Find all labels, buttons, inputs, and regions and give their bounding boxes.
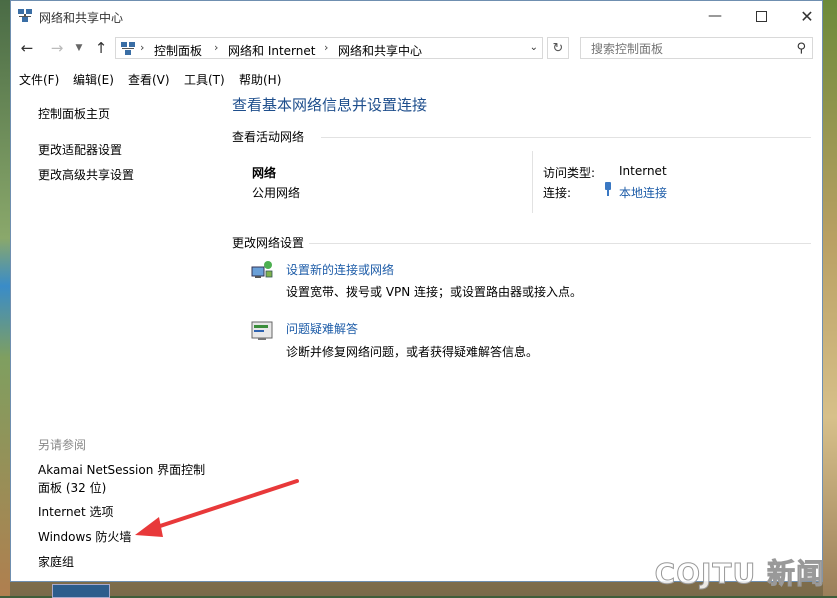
control-panel-network-icon (121, 42, 135, 55)
navigation-bar: ← → ▼ ↑ › 控制面板 › 网络和 Internet › 网络和共享中心 … (11, 33, 822, 63)
minimize-icon: — (708, 8, 722, 24)
desktop-background-right (823, 0, 837, 596)
recent-locations-button[interactable]: ▼ (69, 38, 89, 58)
access-type-label: 访问类型: (543, 166, 596, 180)
local-connection-link[interactable]: 本地连接 (619, 184, 667, 201)
search-input[interactable] (589, 41, 793, 57)
access-type-value: Internet (619, 164, 667, 178)
minimize-button[interactable]: — (692, 1, 738, 31)
ethernet-icon (603, 182, 613, 199)
refresh-icon: ↻ (552, 40, 564, 56)
network-name: 网络 (252, 166, 277, 180)
up-arrow-icon: ↑ (94, 39, 108, 57)
back-button[interactable]: ← (17, 38, 37, 58)
troubleshoot-icon (251, 321, 273, 340)
breadcrumb-network-sharing-center[interactable]: 网络和共享中心 (338, 42, 422, 59)
chevron-down-icon[interactable]: ⌄ (530, 42, 538, 53)
network-type[interactable]: 公用网络 (252, 184, 300, 201)
back-arrow-icon: ← (20, 39, 34, 57)
close-button[interactable]: ✕ (784, 1, 830, 31)
breadcrumb-network-internet[interactable]: 网络和 Internet (228, 42, 315, 59)
network-setup-icon (251, 261, 273, 278)
menu-help[interactable]: 帮助(H) (239, 71, 281, 88)
troubleshoot-desc: 诊断并修复网络问题，或者获得疑难解答信息。 (286, 345, 539, 359)
see-also-heading: 另请参阅 (38, 438, 87, 452)
maximize-button[interactable] (738, 1, 784, 31)
page-title: 查看基本网络信息并设置连接 (232, 96, 428, 114)
sidebar-control-panel-home[interactable]: 控制面板主页 (38, 105, 110, 122)
see-also-akamai-line2[interactable]: 面板 (32 位) (38, 479, 106, 496)
desktop-background-left (0, 0, 10, 596)
active-networks-title: 查看活动网络 (232, 130, 305, 144)
network-icon (18, 9, 32, 22)
see-also-internet-options[interactable]: Internet 选项 (38, 503, 113, 520)
refresh-button[interactable]: ↻ (547, 37, 569, 59)
chevron-right-icon[interactable]: › (324, 41, 328, 54)
forward-button[interactable]: → (47, 38, 67, 58)
divider (532, 151, 533, 213)
up-button[interactable]: ↑ (91, 38, 111, 58)
window-title: 网络和共享中心 (39, 11, 124, 25)
search-box[interactable]: ⚲ (580, 37, 813, 59)
watermark-logo: COJTU 新闻 (654, 557, 825, 591)
setup-connection-desc: 设置宽带、拨号或 VPN 连接；或设置路由器或接入点。 (286, 285, 583, 299)
chevron-right-icon[interactable]: › (214, 41, 218, 54)
menu-view[interactable]: 查看(V) (128, 71, 170, 88)
divider (309, 243, 811, 244)
forward-arrow-icon: → (50, 39, 64, 57)
title-bar[interactable]: 网络和共享中心 — ✕ (11, 1, 822, 31)
connection-label: 连接: (543, 186, 572, 200)
network-sharing-center-window: 网络和共享中心 — ✕ ← → ▼ ↑ › 控制面板 › 网络和 Interne… (10, 0, 823, 582)
menu-tools[interactable]: 工具(T) (184, 71, 225, 88)
menu-file[interactable]: 文件(F) (19, 71, 59, 88)
search-icon[interactable]: ⚲ (796, 41, 806, 56)
troubleshoot-link[interactable]: 问题疑难解答 (286, 320, 358, 337)
address-bar[interactable]: › 控制面板 › 网络和 Internet › 网络和共享中心 ⌄ (115, 37, 543, 59)
annotation-arrow (135, 479, 299, 537)
breadcrumb-control-panel[interactable]: 控制面板 (154, 42, 202, 59)
change-settings-title: 更改网络设置 (232, 236, 305, 250)
menu-bar: 文件(F) 编辑(E) 查看(V) 工具(T) 帮助(H) (11, 67, 822, 89)
chevron-down-icon: ▼ (75, 43, 83, 53)
see-also-akamai[interactable]: Akamai NetSession 界面控制 (38, 461, 205, 478)
see-also-homegroup[interactable]: 家庭组 (38, 553, 74, 570)
sidebar-change-adapter-settings[interactable]: 更改适配器设置 (38, 141, 122, 158)
see-also-windows-firewall[interactable]: Windows 防火墙 (38, 528, 131, 545)
setup-connection-link[interactable]: 设置新的连接或网络 (286, 261, 394, 278)
divider (321, 137, 811, 138)
close-icon: ✕ (800, 6, 814, 26)
chevron-right-icon: › (140, 41, 145, 54)
sidebar-change-advanced-sharing[interactable]: 更改高级共享设置 (38, 166, 134, 183)
menu-edit[interactable]: 编辑(E) (73, 71, 114, 88)
maximize-icon (755, 10, 767, 22)
